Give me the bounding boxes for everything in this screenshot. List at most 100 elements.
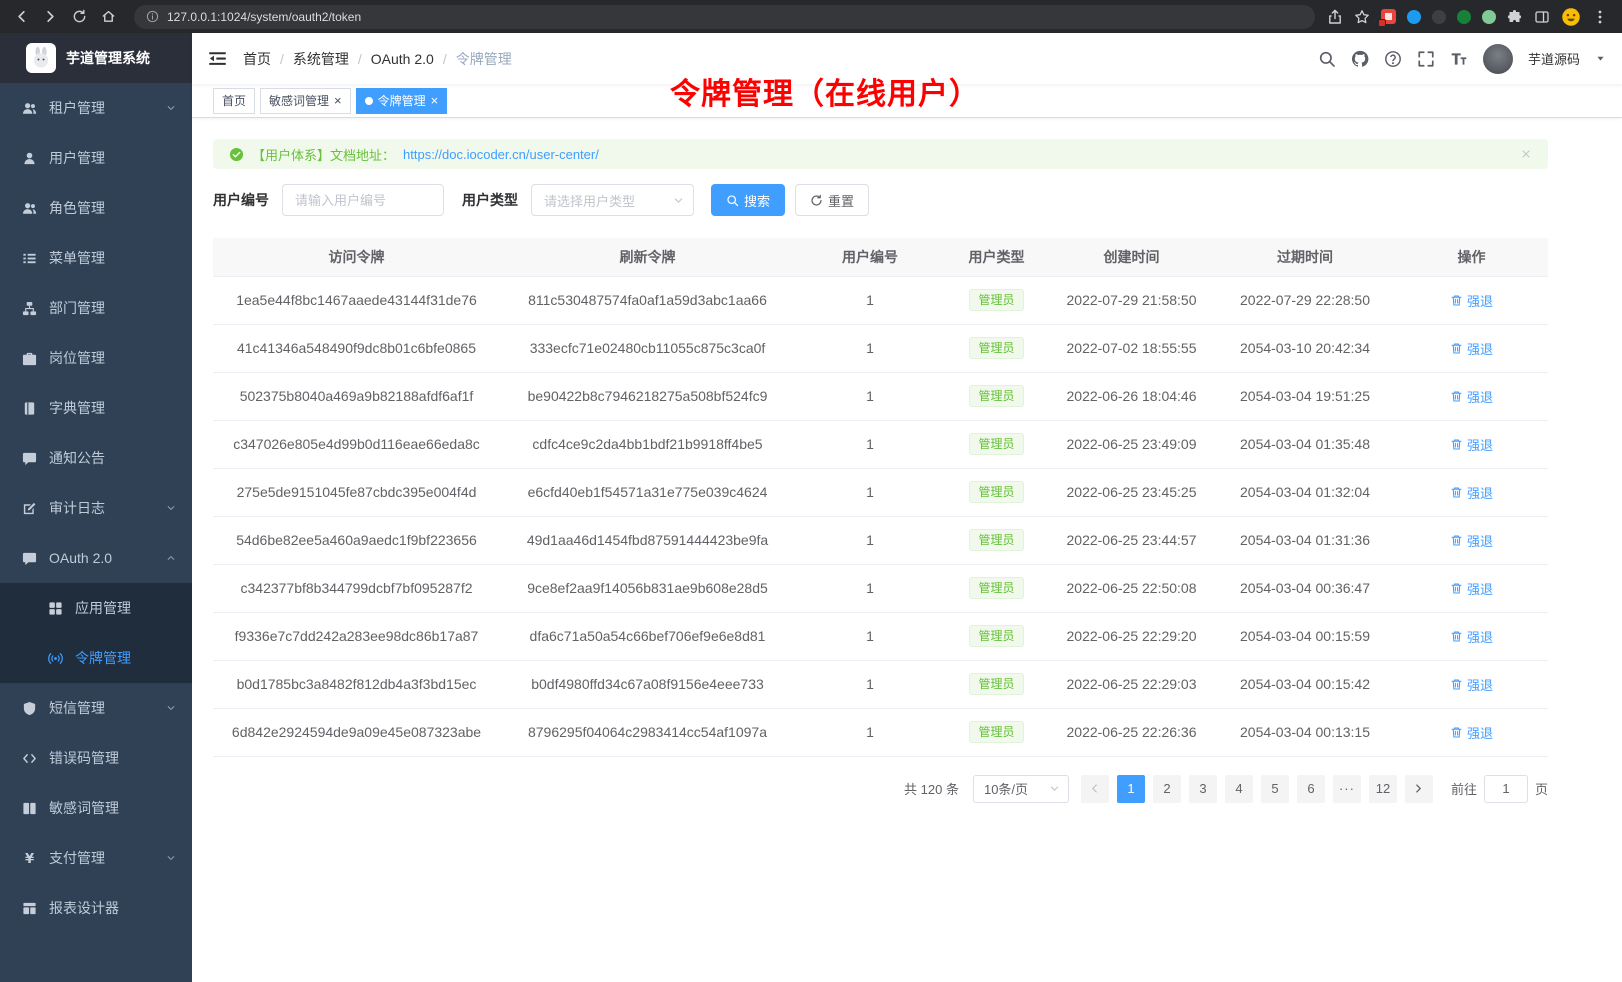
extension-icon[interactable] xyxy=(1482,10,1496,24)
page-size-select[interactable]: 10条/页 xyxy=(973,775,1069,803)
sidebar-item-label: 报表设计器 xyxy=(49,898,119,918)
sidebar-item-dict[interactable]: 字典管理 xyxy=(0,383,192,433)
user-type-badge: 管理员 xyxy=(969,577,1023,599)
tab-label: 令牌管理 xyxy=(378,92,426,109)
sidebar-item-oauth2-token[interactable]: 令牌管理 xyxy=(0,633,192,683)
user-name[interactable]: 芋道源码 xyxy=(1528,49,1580,68)
share-icon[interactable] xyxy=(1327,9,1343,25)
browser-profile-avatar[interactable] xyxy=(1561,7,1581,27)
search-icon[interactable] xyxy=(1318,50,1336,68)
tab-sensitive-word[interactable]: 敏感词管理× xyxy=(260,88,351,114)
create-time-cell: 2022-06-25 23:49:09 xyxy=(1048,420,1215,468)
split-view-icon[interactable] xyxy=(1534,9,1550,25)
bookmark-star-icon[interactable] xyxy=(1354,9,1370,25)
extension-icon[interactable] xyxy=(1381,9,1396,24)
search-button[interactable]: 搜索 xyxy=(711,184,785,216)
force-logout-button[interactable]: 强退 xyxy=(1450,579,1493,598)
user-type-cell: 管理员 xyxy=(945,564,1048,612)
user-type-badge: 管理员 xyxy=(969,385,1023,407)
tab-close-icon[interactable]: × xyxy=(334,94,342,107)
browser-home-button[interactable] xyxy=(95,3,122,30)
next-page-button[interactable] xyxy=(1405,775,1433,803)
user-type-badge: 管理员 xyxy=(969,289,1023,311)
doc-link[interactable]: https://doc.iocoder.cn/user-center/ xyxy=(403,147,599,162)
user-id-input[interactable] xyxy=(282,184,444,216)
sidebar-item-oauth2-application[interactable]: 应用管理 xyxy=(0,583,192,633)
page-button-12[interactable]: 12 xyxy=(1369,775,1397,803)
page-button-3[interactable]: 3 xyxy=(1189,775,1217,803)
page-button-4[interactable]: 4 xyxy=(1225,775,1253,803)
user-type-select[interactable]: 请选择用户类型 xyxy=(531,184,694,216)
force-logout-button[interactable]: 强退 xyxy=(1450,627,1493,646)
page-button-5[interactable]: 5 xyxy=(1261,775,1289,803)
table-row: b0d1785bc3a8482f812db4a3f3bd15ecb0df4980… xyxy=(213,660,1548,708)
extension-icon[interactable] xyxy=(1457,10,1471,24)
page-button-1[interactable]: 1 xyxy=(1117,775,1145,803)
user-type-cell: 管理员 xyxy=(945,324,1048,372)
user-avatar[interactable] xyxy=(1483,44,1513,74)
browser-reload-button[interactable] xyxy=(66,3,93,30)
sidebar-item-post[interactable]: 岗位管理 xyxy=(0,333,192,383)
browser-back-button[interactable] xyxy=(8,3,35,30)
address-bar[interactable]: 127.0.0.1:1024/system/oauth2/token xyxy=(134,5,1315,29)
active-tab-dot xyxy=(365,97,373,105)
github-icon[interactable] xyxy=(1351,50,1369,68)
browser-forward-button[interactable] xyxy=(37,3,64,30)
site-info-icon[interactable] xyxy=(146,10,159,23)
fullscreen-icon[interactable] xyxy=(1417,50,1435,68)
sidebar-item-user[interactable]: 用户管理 xyxy=(0,133,192,183)
column-header: 访问令牌 xyxy=(213,238,500,276)
force-logout-button[interactable]: 强退 xyxy=(1450,339,1493,358)
pager-ellipsis[interactable]: ··· xyxy=(1333,775,1361,803)
extension-icon[interactable] xyxy=(1407,10,1421,24)
sidebar-item-tenant[interactable]: 租户管理 xyxy=(0,83,192,133)
tab-home[interactable]: 首页 xyxy=(213,88,255,114)
force-logout-button[interactable]: 强退 xyxy=(1450,675,1493,694)
sidebar-item-sms[interactable]: 短信管理 xyxy=(0,683,192,733)
page-button-2[interactable]: 2 xyxy=(1153,775,1181,803)
expire-time-cell: 2022-07-29 22:28:50 xyxy=(1215,276,1395,324)
extensions-puzzle-icon[interactable] xyxy=(1507,9,1523,25)
access-token-cell: 6d842e2924594de9a09e45e087323abe xyxy=(213,708,500,756)
sidebar-item-role[interactable]: 角色管理 xyxy=(0,183,192,233)
sidebar-item-dept[interactable]: 部门管理 xyxy=(0,283,192,333)
force-logout-button[interactable]: 强退 xyxy=(1450,723,1493,742)
caret-down-icon[interactable] xyxy=(1595,53,1606,64)
force-logout-button[interactable]: 强退 xyxy=(1450,483,1493,502)
sidebar-item-report-designer[interactable]: 报表设计器 xyxy=(0,883,192,933)
app-logo[interactable]: 芋道管理系统 xyxy=(0,33,192,83)
extension-icon[interactable] xyxy=(1432,10,1446,24)
user-type-badge: 管理员 xyxy=(969,673,1023,695)
page-button-6[interactable]: 6 xyxy=(1297,775,1325,803)
tab-token[interactable]: 令牌管理 × xyxy=(356,88,448,114)
alert-close-icon[interactable] xyxy=(1520,148,1532,160)
sidebar-item-notice[interactable]: 通知公告 xyxy=(0,433,192,483)
sidebar-item-menu[interactable]: 菜单管理 xyxy=(0,233,192,283)
dict-icon xyxy=(22,401,37,416)
sidebar-item-pay[interactable]: 支付管理 xyxy=(0,833,192,883)
create-time-cell: 2022-06-25 22:26:36 xyxy=(1048,708,1215,756)
goto-page-input[interactable] xyxy=(1484,775,1528,803)
breadcrumb-item-home[interactable]: 首页 xyxy=(243,49,271,69)
breadcrumb-item-system[interactable]: 系统管理 xyxy=(293,49,349,69)
prev-page-button[interactable] xyxy=(1081,775,1109,803)
breadcrumb-item-oauth2[interactable]: OAuth 2.0 xyxy=(371,51,434,67)
sidebar-item-sensitive-word[interactable]: 敏感词管理 xyxy=(0,783,192,833)
sidebar-item-error-code[interactable]: 错误码管理 xyxy=(0,733,192,783)
sidebar-item-audit-log[interactable]: 审计日志 xyxy=(0,483,192,533)
tab-close-icon[interactable]: × xyxy=(431,94,439,107)
refresh-icon xyxy=(810,194,823,207)
browser-menu-icon[interactable] xyxy=(1592,9,1608,25)
force-logout-button[interactable]: 强退 xyxy=(1450,435,1493,454)
sidebar-item-oauth2[interactable]: OAuth 2.0 xyxy=(0,533,192,583)
chevron-down-icon xyxy=(1049,783,1060,794)
help-icon[interactable] xyxy=(1384,50,1402,68)
access-token-cell: 54d6be82ee5a460a9aedc1f9bf223656 xyxy=(213,516,500,564)
force-logout-button[interactable]: 强退 xyxy=(1450,387,1493,406)
force-logout-button[interactable]: 强退 xyxy=(1450,531,1493,550)
sidebar-toggle-icon[interactable] xyxy=(208,49,227,68)
force-logout-button[interactable]: 强退 xyxy=(1450,291,1493,310)
font-size-icon[interactable] xyxy=(1450,50,1468,68)
reset-button[interactable]: 重置 xyxy=(795,184,869,216)
trash-icon xyxy=(1450,630,1463,643)
